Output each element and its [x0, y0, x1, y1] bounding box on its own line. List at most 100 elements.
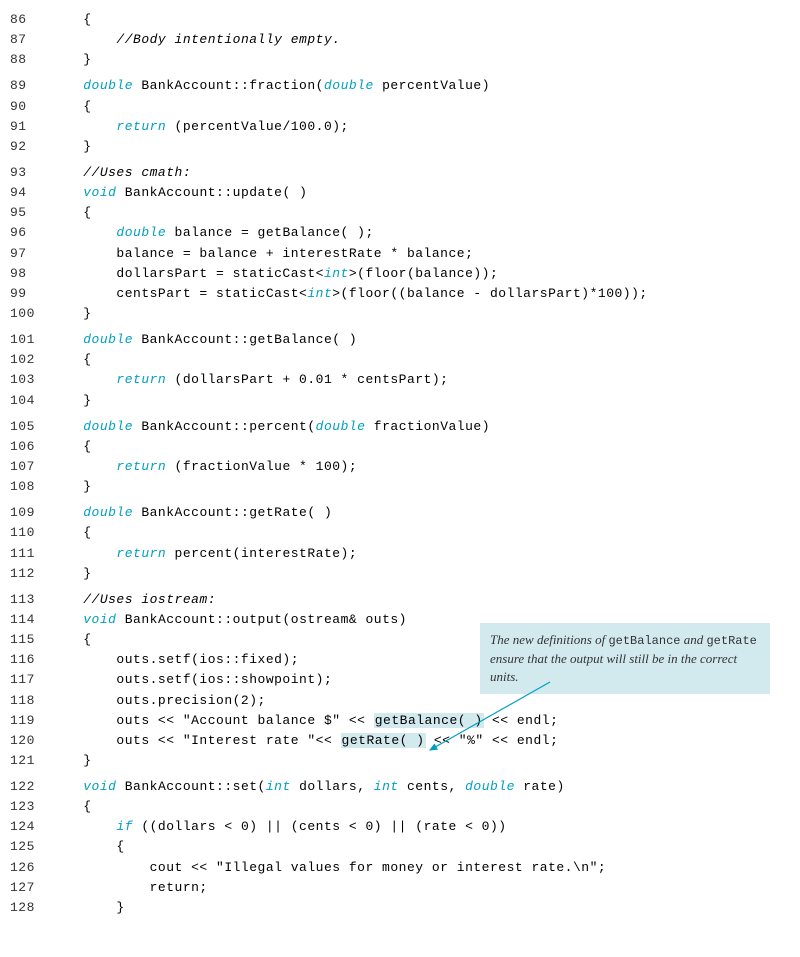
code-line: 128 } [10, 898, 790, 918]
code-text: //Uses iostream: [50, 590, 216, 610]
code-line: 99 centsPart = staticCast<int>(floor((ba… [10, 284, 790, 304]
code-text: centsPart = staticCast<int>(floor((balan… [50, 284, 648, 304]
keyword: return [116, 119, 166, 134]
line-number: 100 [10, 304, 50, 324]
line-number: 122 [10, 777, 50, 797]
code-line: 112 } [10, 564, 790, 584]
code-line: 91 return (percentValue/100.0); [10, 117, 790, 137]
comment: //Uses cmath: [83, 165, 191, 180]
line-number: 93 [10, 163, 50, 183]
code-text: double BankAccount::getRate( ) [50, 503, 332, 523]
keyword: return [116, 459, 166, 474]
line-number: 95 [10, 203, 50, 223]
keyword: int [266, 779, 291, 794]
code-text: { [50, 837, 125, 857]
code-text: { [50, 523, 92, 543]
code-text: { [50, 203, 92, 223]
code-group: 109 double BankAccount::getRate( )110 {1… [10, 503, 790, 584]
code-line: 96 double balance = getBalance( ); [10, 223, 790, 243]
code-text: { [50, 350, 92, 370]
code-line: 104 } [10, 391, 790, 411]
code-line: 111 return percent(interestRate); [10, 544, 790, 564]
line-number: 107 [10, 457, 50, 477]
code-line: 124 if ((dollars < 0) || (cents < 0) || … [10, 817, 790, 837]
annotation-text: and [680, 632, 706, 647]
annotation-mono: getBalance [608, 634, 680, 648]
annotation-box: The new definitions of getBalance and ge… [480, 623, 770, 694]
code-text: void BankAccount::update( ) [50, 183, 307, 203]
code-line: 95 { [10, 203, 790, 223]
keyword: void [83, 612, 116, 627]
line-number: 90 [10, 97, 50, 117]
code-line: 120 outs << "Interest rate "<< getRate( … [10, 731, 790, 751]
code-text: balance = balance + interestRate * balan… [50, 244, 473, 264]
line-number: 117 [10, 670, 50, 690]
code-line: 101 double BankAccount::getBalance( ) [10, 330, 790, 350]
code-text: } [50, 898, 125, 918]
line-number: 116 [10, 650, 50, 670]
code-line: 110 { [10, 523, 790, 543]
line-number: 111 [10, 544, 50, 564]
code-text: double BankAccount::percent(double fract… [50, 417, 490, 437]
code-line: 103 return (dollarsPart + 0.01 * centsPa… [10, 370, 790, 390]
line-number: 103 [10, 370, 50, 390]
code-line: 108 } [10, 477, 790, 497]
code-line: 98 dollarsPart = staticCast<int>(floor(b… [10, 264, 790, 284]
code-group: 101 double BankAccount::getBalance( )102… [10, 330, 790, 411]
keyword: double [83, 78, 133, 93]
code-text: outs.setf(ios::fixed); [50, 650, 299, 670]
keyword: return [116, 546, 166, 561]
code-text: { [50, 97, 92, 117]
keyword: int [374, 779, 399, 794]
keyword: return [116, 372, 166, 387]
annotation-text: The new definitions of [490, 632, 608, 647]
code-text: double BankAccount::fraction(double perc… [50, 76, 490, 96]
code-text: //Body intentionally empty. [50, 30, 341, 50]
line-number: 123 [10, 797, 50, 817]
line-number: 112 [10, 564, 50, 584]
code-line: 119 outs << "Account balance $" << getBa… [10, 711, 790, 731]
line-number: 115 [10, 630, 50, 650]
code-text: //Uses cmath: [50, 163, 191, 183]
line-number: 105 [10, 417, 50, 437]
code-line: 126 cout << "Illegal values for money or… [10, 858, 790, 878]
line-number: 108 [10, 477, 50, 497]
keyword: int [307, 286, 332, 301]
code-line: 92 } [10, 137, 790, 157]
code-text: } [50, 564, 92, 584]
code-text: return (fractionValue * 100); [50, 457, 357, 477]
code-text: cout << "Illegal values for money or int… [50, 858, 606, 878]
line-number: 94 [10, 183, 50, 203]
keyword: void [83, 779, 116, 794]
line-number: 109 [10, 503, 50, 523]
line-number: 99 [10, 284, 50, 304]
code-text: double balance = getBalance( ); [50, 223, 374, 243]
keyword: double [465, 779, 515, 794]
line-number: 121 [10, 751, 50, 771]
code-text: } [50, 50, 92, 70]
line-number: 98 [10, 264, 50, 284]
line-number: 104 [10, 391, 50, 411]
line-number: 126 [10, 858, 50, 878]
line-number: 97 [10, 244, 50, 264]
highlight: getRate( ) [341, 733, 426, 748]
code-line: 109 double BankAccount::getRate( ) [10, 503, 790, 523]
code-line: 89 double BankAccount::fraction(double p… [10, 76, 790, 96]
code-line: 107 return (fractionValue * 100); [10, 457, 790, 477]
line-number: 87 [10, 30, 50, 50]
code-text: if ((dollars < 0) || (cents < 0) || (rat… [50, 817, 507, 837]
line-number: 118 [10, 691, 50, 711]
code-text: outs << "Account balance $" << getBalanc… [50, 711, 558, 731]
code-group: 105 double BankAccount::percent(double f… [10, 417, 790, 498]
code-line: 105 double BankAccount::percent(double f… [10, 417, 790, 437]
line-number: 91 [10, 117, 50, 137]
code-group: 86 {87 //Body intentionally empty.88 } [10, 10, 790, 70]
line-number: 110 [10, 523, 50, 543]
keyword: double [316, 419, 366, 434]
code-text: { [50, 797, 92, 817]
line-number: 119 [10, 711, 50, 731]
line-number: 101 [10, 330, 50, 350]
code-line: 97 balance = balance + interestRate * ba… [10, 244, 790, 264]
code-line: 102 { [10, 350, 790, 370]
code-text: double BankAccount::getBalance( ) [50, 330, 357, 350]
